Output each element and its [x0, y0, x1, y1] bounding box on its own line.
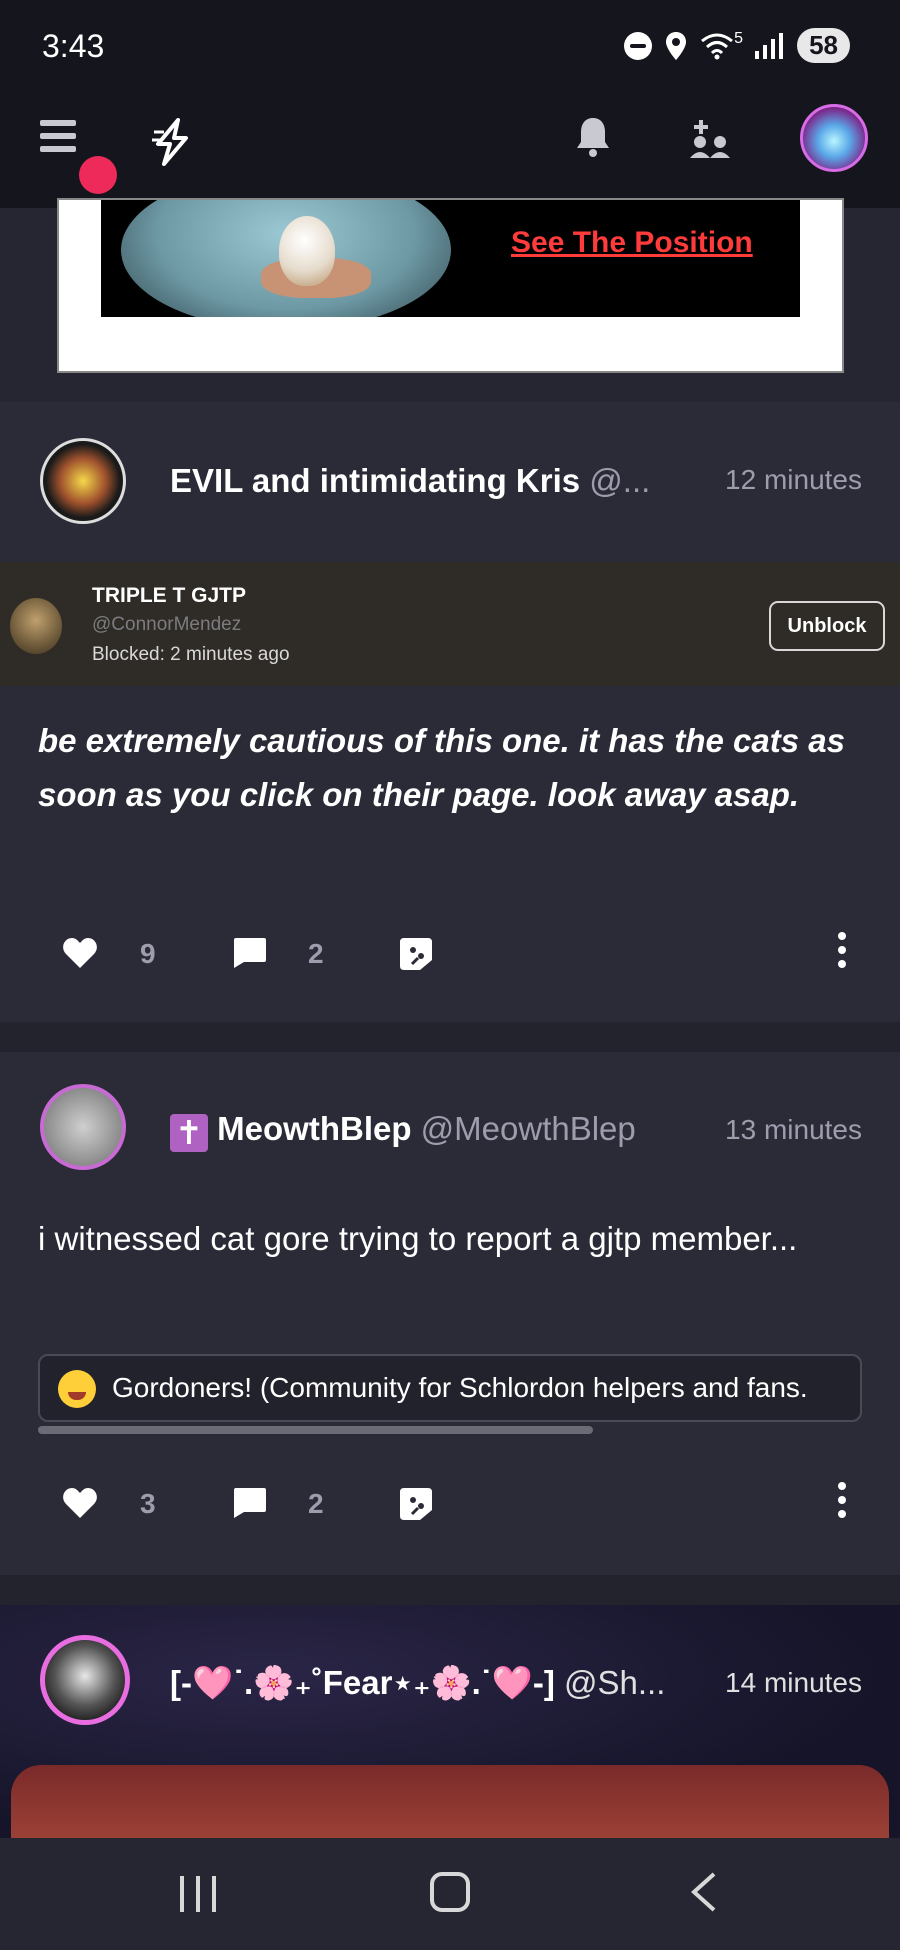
profile-avatar[interactable]	[800, 104, 868, 172]
comment-icon[interactable]	[230, 1486, 268, 1520]
battery-indicator: 58	[797, 28, 850, 63]
unblock-button[interactable]: Unblock	[769, 601, 885, 651]
share-icon[interactable]	[398, 936, 436, 972]
post-header: ✝ MeowthBlep @MeowthBlep 13 minutes	[0, 1052, 900, 1202]
post-body: i witnessed cat gore trying to report a …	[38, 1220, 798, 1257]
post-body: be extremely cautious of this one. it ha…	[38, 722, 845, 813]
author-avatar[interactable]	[40, 438, 126, 524]
blocked-user-avatar	[10, 598, 62, 654]
location-icon	[666, 31, 687, 60]
more-options-icon[interactable]	[838, 932, 846, 974]
author-avatar[interactable]	[40, 1635, 130, 1725]
post-card[interactable]: [-🩷˙.🌸₊˚Fear⋆₊🌸.˙🩷-] @Sh... 14 minutes	[0, 1605, 900, 1840]
back-icon[interactable]	[690, 1872, 718, 1912]
system-navigation-bar	[0, 1838, 900, 1950]
author-name[interactable]: EVIL and intimidating Kris @...	[170, 462, 650, 500]
notification-dot	[79, 156, 117, 194]
author-name[interactable]: ✝ MeowthBlep @MeowthBlep	[170, 1110, 636, 1152]
ad-section: See The Position	[0, 198, 900, 402]
like-count: 3	[140, 1488, 156, 1519]
post-actions: 9 2	[0, 922, 900, 982]
post-card[interactable]: ✝ MeowthBlep @MeowthBlep 13 minutes i wi…	[0, 1052, 900, 1575]
blocked-user-name: TRIPLE T GJTP	[92, 584, 247, 607]
heart-icon[interactable]	[62, 936, 98, 970]
hamburger-icon[interactable]	[40, 120, 76, 152]
wifi-icon	[701, 33, 734, 59]
lightning-bolt-icon[interactable]	[150, 118, 194, 166]
heart-icon[interactable]	[62, 1486, 98, 1520]
top-navigation	[0, 80, 900, 208]
post-divider	[0, 1022, 900, 1052]
author-avatar[interactable]	[40, 1084, 126, 1170]
community-chip[interactable]: Gordoners! (Community for Schlordon help…	[38, 1354, 862, 1422]
more-options-icon[interactable]	[838, 1482, 846, 1524]
comment-count: 2	[308, 938, 324, 969]
comment-count: 2	[308, 1488, 324, 1519]
community-name: Gordoners! (Community for Schlordon help…	[112, 1372, 808, 1403]
post-time: 12 minutes	[725, 464, 862, 495]
blocked-user-banner: TRIPLE T GJTP @ConnorMendez Blocked: 2 m…	[0, 562, 900, 686]
signal-icon	[755, 32, 784, 59]
post-image[interactable]	[11, 1765, 889, 1840]
ad-card[interactable]: See The Position	[57, 198, 844, 373]
do-not-disturb-icon	[624, 31, 653, 60]
post-time: 13 minutes	[725, 1114, 862, 1145]
emoji-icon	[58, 1370, 96, 1408]
blocked-user-handle: @ConnorMendez	[92, 614, 242, 635]
post-actions: 3 2	[0, 1472, 900, 1532]
share-icon[interactable]	[398, 1486, 436, 1522]
recents-icon[interactable]	[180, 1876, 216, 1912]
comment-icon[interactable]	[230, 936, 268, 970]
blocked-time: Blocked: 2 minutes ago	[92, 644, 290, 665]
author-name[interactable]: [-🩷˙.🌸₊˚Fear⋆₊🌸.˙🩷-] @Sh...	[170, 1663, 665, 1703]
cross-badge-icon: ✝	[170, 1114, 208, 1152]
post-time: 14 minutes	[725, 1667, 862, 1698]
status-time: 3:43	[42, 28, 105, 64]
post-header: EVIL and intimidating Kris @... 12 minut…	[0, 402, 900, 552]
post-divider	[0, 1575, 900, 1605]
add-people-icon[interactable]	[688, 116, 732, 160]
like-count: 9	[140, 938, 156, 969]
ad-link[interactable]: See The Position	[511, 226, 753, 260]
network-type: 5	[734, 29, 744, 47]
ad-image: See The Position	[101, 200, 800, 317]
status-icons: 5 58	[624, 28, 850, 63]
bell-icon[interactable]	[575, 114, 611, 158]
status-bar: 3:43 5 58	[0, 0, 900, 80]
horizontal-scrollbar[interactable]	[38, 1426, 593, 1434]
home-icon[interactable]	[430, 1872, 470, 1912]
